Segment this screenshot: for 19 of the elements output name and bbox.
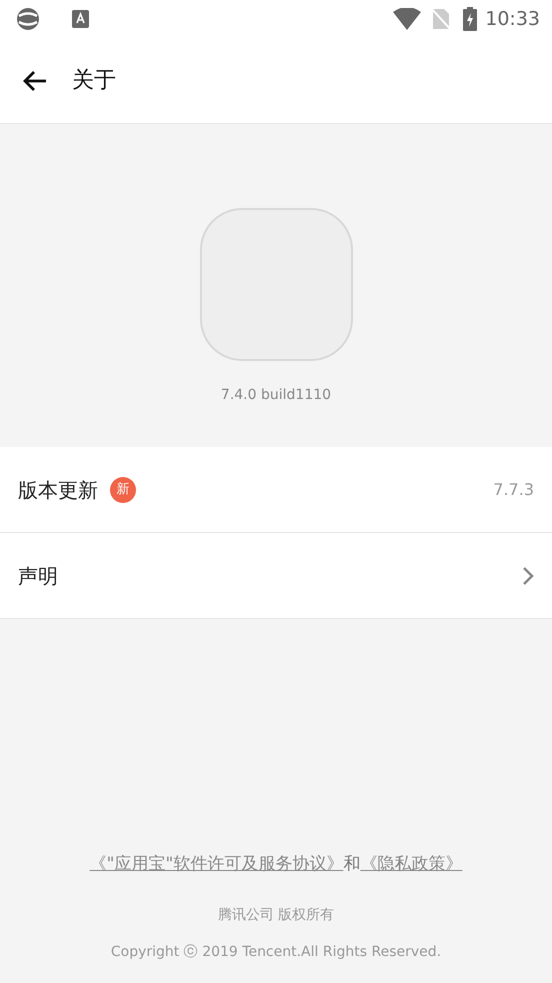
sync-icon: [16, 7, 40, 31]
battery-icon: [463, 7, 478, 31]
new-badge: 新: [110, 476, 136, 502]
version-value: 7.7.3: [493, 478, 534, 500]
clock: 10:33: [485, 6, 540, 32]
settings-row[interactable]: 版本更新 新 7.7.3: [0, 447, 552, 533]
legal-links-text: 《"应用宝"软件许可及服务协议》和《隐私政策》: [88, 852, 464, 876]
copyright-text: Copyright ⓒ 2019 Tencent.All Rights Reserved.: [110, 943, 442, 962]
back-icon[interactable]: [22, 70, 48, 92]
copyright-owner: 腾讯公司 版权所有: [216, 906, 336, 925]
wifi-icon: [393, 8, 422, 30]
chevron-right-icon: [522, 566, 534, 586]
row-label: 版本更新: [18, 476, 98, 504]
settings-row[interactable]: 声明: [0, 533, 552, 619]
row-label: 声明: [18, 562, 58, 590]
page-title: 关于: [72, 67, 116, 95]
no-sim-icon: [431, 8, 452, 30]
keyboard-icon: [72, 10, 89, 28]
version-text: 7.4.0 build1110: [220, 386, 332, 405]
